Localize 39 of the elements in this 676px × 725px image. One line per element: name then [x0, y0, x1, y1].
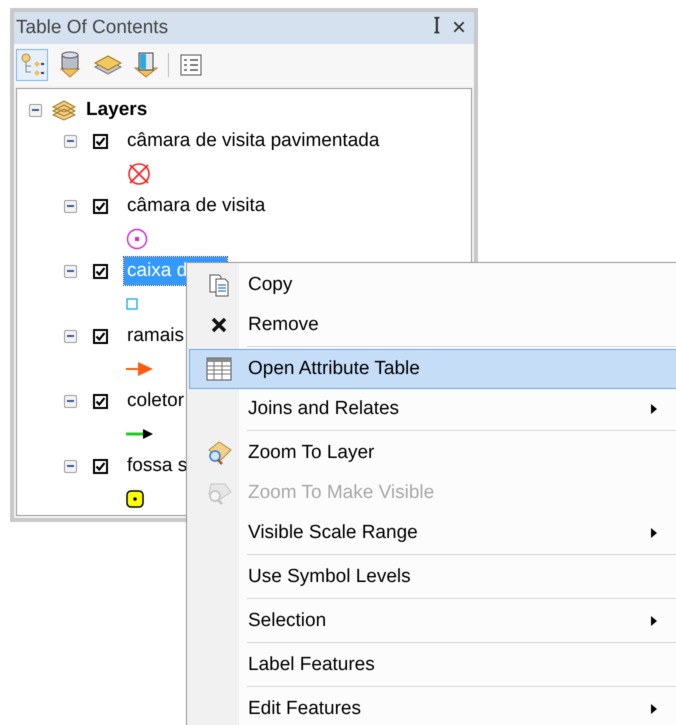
checkbox[interactable]	[93, 198, 108, 214]
pin-button[interactable]: ꟾ	[428, 15, 446, 41]
database-icon	[58, 51, 82, 79]
menu-item[interactable]: Selection	[189, 601, 676, 644]
collapse-toggle[interactable]	[64, 330, 77, 342]
layer-name[interactable]: fossa s	[124, 452, 190, 480]
menu-item[interactable]: Edit Features	[189, 689, 676, 725]
collapse-toggle[interactable]	[64, 200, 77, 212]
layer-name[interactable]: coletor	[124, 386, 188, 416]
table-icon	[206, 357, 232, 381]
collapse-toggle[interactable]	[64, 394, 77, 408]
close-button[interactable]: ×	[446, 16, 472, 40]
layers-icon	[50, 99, 78, 121]
tree-list-icon	[19, 52, 45, 78]
tree-root-label[interactable]: Layers	[86, 96, 148, 124]
checkbox[interactable]	[93, 134, 108, 148]
menu-item[interactable]: Open Attribute Table	[189, 349, 676, 389]
collapse-toggle[interactable]	[64, 134, 77, 148]
checkbox[interactable]	[93, 394, 108, 408]
menu-item[interactable]: Use Symbol Levels	[189, 557, 676, 600]
layer-name[interactable]: ramais	[124, 322, 188, 350]
collapse-toggle[interactable]	[64, 460, 77, 472]
menu-item[interactable]: Remove	[189, 305, 676, 348]
options-list-icon	[179, 53, 203, 77]
checkbox[interactable]	[93, 458, 108, 474]
menu-item[interactable]: Label Features	[189, 645, 676, 688]
window-title: Table Of Contents	[16, 16, 170, 40]
menu-item[interactable]: Joins and Relates	[189, 389, 676, 432]
selection-layer-icon	[132, 51, 160, 79]
checkbox[interactable]	[93, 328, 108, 344]
collapse-toggle[interactable]	[29, 104, 42, 116]
layer-name[interactable]: câmara de visita pavimentada	[124, 126, 382, 156]
layer-name[interactable]: câmara de visita	[124, 192, 268, 220]
checkbox[interactable]	[93, 264, 108, 278]
remove-icon	[210, 316, 228, 334]
collapse-toggle[interactable]	[64, 264, 77, 278]
menu-item[interactable]: Zoom To Layer	[189, 433, 676, 473]
menu-item[interactable]: Visible Scale Range	[189, 513, 676, 556]
copy-icon	[207, 272, 231, 298]
